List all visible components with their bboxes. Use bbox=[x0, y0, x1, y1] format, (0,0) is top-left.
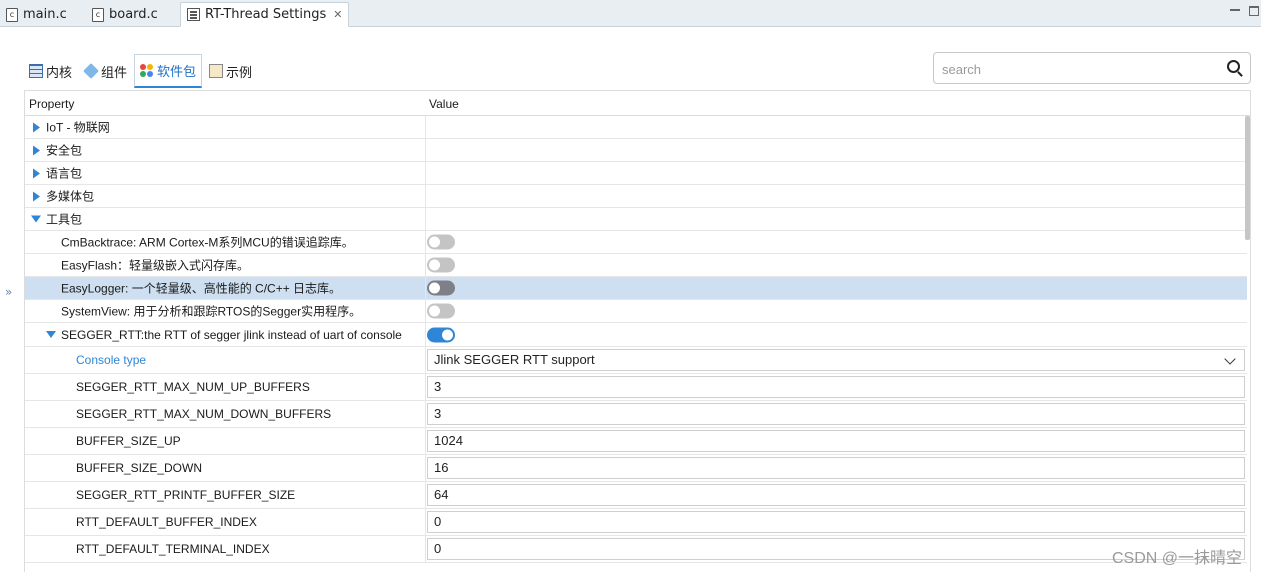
table-row[interactable]: SEGGER_RTT_PRINTF_BUFFER_SIZE 64 bbox=[25, 482, 1247, 509]
table-row[interactable]: SEGGER_RTT_MAX_NUM_UP_BUFFERS 3 bbox=[25, 374, 1247, 401]
enable-toggle[interactable] bbox=[427, 234, 455, 250]
editor-tab-bar: c main.c c board.c RT-Thread Settings ✕ bbox=[0, 0, 1261, 27]
tab-label: 组件 bbox=[101, 65, 128, 81]
row-label: RTT_DEFAULT_BUFFER_INDEX bbox=[76, 515, 257, 529]
kernel-icon bbox=[29, 64, 43, 78]
expand-arrow-icon[interactable] bbox=[33, 168, 40, 178]
table-row[interactable]: 多媒体包 bbox=[25, 185, 1247, 208]
value-field[interactable]: 3 bbox=[427, 376, 1245, 398]
row-label: BUFFER_SIZE_UP bbox=[76, 434, 181, 448]
editor-tab-label: main.c bbox=[23, 7, 67, 22]
editor-tab-label: RT-Thread Settings bbox=[205, 7, 327, 22]
column-header-value[interactable]: Value bbox=[429, 97, 459, 111]
row-label: SEGGER_RTT:the RTT of segger jlink inste… bbox=[61, 327, 402, 342]
expand-arrow-icon[interactable] bbox=[33, 145, 40, 155]
table-header: Property Value bbox=[25, 91, 1250, 116]
property-table: Property Value IoT - 物联网 安全包 语言包 多媒体包 工具… bbox=[24, 90, 1251, 572]
search-input[interactable] bbox=[942, 59, 1212, 79]
settings-file-icon bbox=[187, 8, 200, 21]
collapse-arrow-icon[interactable] bbox=[31, 215, 41, 223]
value-field[interactable]: 1024 bbox=[427, 430, 1245, 452]
c-file-icon: c bbox=[92, 7, 104, 22]
expand-arrow-icon[interactable] bbox=[33, 191, 40, 201]
editor-tab-label: board.c bbox=[109, 7, 158, 22]
tab-components[interactable]: 组件 bbox=[79, 54, 132, 88]
collapse-arrow-icon[interactable] bbox=[46, 331, 56, 338]
row-label: EasyFlash：轻量级嵌入式闪存库。 bbox=[61, 258, 250, 273]
row-label: 安全包 bbox=[46, 143, 83, 158]
row-label: SEGGER_RTT_PRINTF_BUFFER_SIZE bbox=[76, 488, 296, 502]
select-value: Jlink SEGGER RTT support bbox=[434, 352, 595, 367]
tab-label: 示例 bbox=[226, 65, 253, 81]
minimize-icon[interactable] bbox=[1230, 9, 1240, 11]
vertical-scrollbar[interactable] bbox=[1245, 116, 1250, 240]
table-row[interactable]: BUFFER_SIZE_DOWN 16 bbox=[25, 455, 1247, 482]
enable-toggle[interactable] bbox=[427, 280, 455, 296]
row-label: RTT_DEFAULT_TERMINAL_INDEX bbox=[76, 542, 270, 556]
tab-kernel[interactable]: 内核 bbox=[24, 54, 77, 88]
package-icon bbox=[140, 63, 154, 78]
row-label: SEGGER_RTT_MAX_NUM_DOWN_BUFFERS bbox=[76, 407, 332, 421]
example-icon bbox=[209, 64, 224, 78]
table-row[interactable]: SEGGER_RTT:the RTT of segger jlink inste… bbox=[25, 323, 1247, 347]
row-label[interactable]: Console type bbox=[76, 353, 146, 367]
row-label: SEGGER_RTT_MAX_NUM_UP_BUFFERS bbox=[76, 380, 310, 394]
table-row[interactable]: 安全包 bbox=[25, 139, 1247, 162]
c-file-icon: c bbox=[6, 7, 18, 22]
enable-toggle[interactable] bbox=[427, 303, 455, 319]
tab-packages[interactable]: 软件包 bbox=[134, 54, 203, 88]
editor-tab-rt-thread-settings[interactable]: RT-Thread Settings ✕ bbox=[180, 2, 350, 27]
row-label: 语言包 bbox=[46, 166, 83, 181]
value-field[interactable]: 3 bbox=[427, 403, 1245, 425]
table-row[interactable]: 语言包 bbox=[25, 162, 1247, 185]
category-tabs: 内核 组件 软件包 示例 bbox=[24, 54, 259, 90]
tab-label: 内核 bbox=[46, 65, 73, 81]
row-label: SystemView: 用于分析和跟踪RTOS的Segger实用程序。 bbox=[61, 304, 362, 319]
table-row[interactable]: EasyFlash：轻量级嵌入式闪存库。 bbox=[25, 254, 1247, 277]
row-label: EasyLogger: 一个轻量级、高性能的 C/C++ 日志库。 bbox=[61, 281, 342, 296]
tab-examples[interactable]: 示例 bbox=[204, 54, 257, 88]
table-row[interactable]: BUFFER_SIZE_UP 1024 bbox=[25, 428, 1247, 455]
editor-tab-board-c[interactable]: c board.c bbox=[86, 2, 164, 27]
table-row[interactable]: RTT_DEFAULT_TERMINAL_INDEX 0 bbox=[25, 536, 1247, 563]
close-icon[interactable]: ✕ bbox=[333, 8, 342, 21]
console-type-select[interactable]: Jlink SEGGER RTT support bbox=[427, 349, 1245, 371]
value-field[interactable]: 16 bbox=[427, 457, 1245, 479]
row-label: 多媒体包 bbox=[46, 189, 95, 204]
search-icon[interactable] bbox=[1227, 60, 1240, 73]
table-row[interactable]: SEGGER_RTT_MAX_NUM_DOWN_BUFFERS 3 bbox=[25, 401, 1247, 428]
value-field[interactable]: 64 bbox=[427, 484, 1245, 506]
table-row[interactable]: RTT_DEFAULT_BUFFER_INDEX 0 bbox=[25, 509, 1247, 536]
table-row[interactable]: SystemView: 用于分析和跟踪RTOS的Segger实用程序。 bbox=[25, 300, 1247, 323]
enable-toggle[interactable] bbox=[427, 257, 455, 273]
expand-arrow-icon[interactable] bbox=[33, 122, 40, 132]
value-field[interactable]: 0 bbox=[427, 511, 1245, 533]
editor-tab-main-c[interactable]: c main.c bbox=[0, 2, 73, 27]
chevron-down-icon[interactable] bbox=[1224, 353, 1236, 365]
maximize-icon[interactable] bbox=[1249, 6, 1259, 16]
table-row[interactable]: 工具包 bbox=[25, 208, 1247, 231]
search-box bbox=[933, 52, 1251, 84]
enable-toggle[interactable] bbox=[427, 327, 455, 342]
component-icon bbox=[83, 63, 99, 79]
table-row[interactable]: IoT - 物联网 bbox=[25, 116, 1247, 139]
watermark: CSDN @一抹晴空 bbox=[1112, 550, 1243, 567]
table-row[interactable]: CmBacktrace: ARM Cortex-M系列MCU的错误追踪库。 bbox=[25, 231, 1247, 254]
row-label: CmBacktrace: ARM Cortex-M系列MCU的错误追踪库。 bbox=[61, 235, 354, 250]
expand-panel-icon[interactable]: » bbox=[5, 285, 12, 299]
row-label: BUFFER_SIZE_DOWN bbox=[76, 461, 203, 475]
column-header-property[interactable]: Property bbox=[29, 97, 74, 111]
table-row[interactable]: Console type Jlink SEGGER RTT support bbox=[25, 347, 1247, 374]
tab-label: 软件包 bbox=[157, 65, 197, 80]
row-label: 工具包 bbox=[46, 212, 83, 227]
row-label: IoT - 物联网 bbox=[46, 120, 110, 135]
table-row-selected[interactable]: EasyLogger: 一个轻量级、高性能的 C/C++ 日志库。 bbox=[25, 277, 1247, 300]
